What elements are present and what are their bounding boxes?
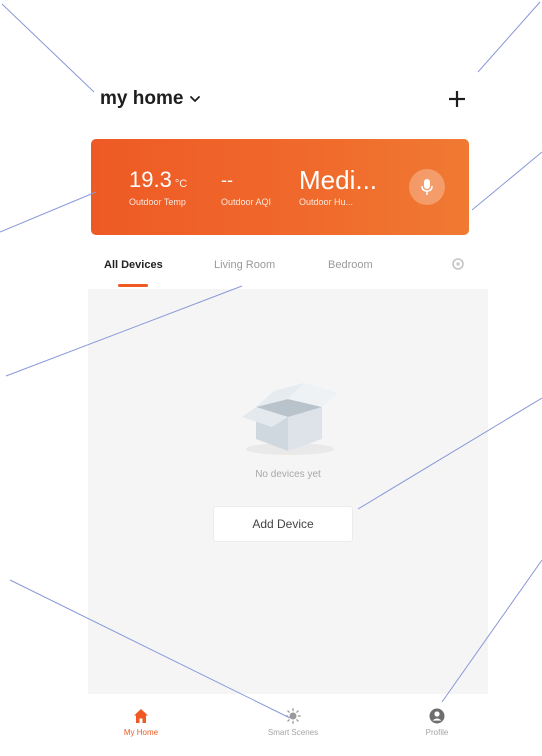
tab-bedroom[interactable]: Bedroom (328, 259, 373, 271)
humidity-value: Medi... (299, 165, 378, 195)
add-button[interactable] (444, 86, 470, 112)
weather-card[interactable]: 19.3 °C Outdoor Temp -- Outdoor AQI Medi… (91, 139, 469, 235)
empty-box-icon (242, 383, 338, 455)
gear-icon[interactable] (451, 257, 465, 271)
callout-line-weather (0, 191, 97, 233)
nav-profile[interactable]: Profile (392, 708, 482, 737)
device-list-area: No devices yet Add Device (88, 289, 488, 694)
active-tab-indicator (118, 284, 148, 287)
nav-my-home[interactable]: My Home (96, 708, 186, 737)
empty-state-text: No devices yet (255, 469, 321, 480)
humidity-metric: Medi... Outdoor Hu... (299, 165, 377, 207)
nav-smart-scenes[interactable]: Smart Scenes (248, 708, 338, 737)
app-screen: my home 19.3 °C Outdoor Temp -- Outdoor … (88, 64, 488, 756)
home-name: my home (100, 88, 184, 109)
aqi-metric: -- Outdoor AQI (221, 165, 271, 207)
chevron-down-icon (189, 95, 201, 103)
nav-smart-scenes-label: Smart Scenes (267, 728, 319, 737)
plus-icon (449, 91, 465, 107)
temperature-unit: °C (174, 178, 188, 190)
voice-button[interactable] (409, 169, 445, 205)
tab-all-devices[interactable]: All Devices (104, 259, 163, 271)
callout-line-add (477, 1, 541, 73)
profile-icon (429, 708, 445, 724)
tab-living-room[interactable]: Living Room (214, 259, 275, 271)
aqi-value: -- (221, 170, 233, 190)
callout-line-home (1, 3, 95, 93)
home-icon (134, 709, 148, 723)
microphone-icon (421, 179, 433, 195)
sun-icon (285, 708, 301, 724)
nav-my-home-label: My Home (123, 728, 159, 737)
room-tabs: All Devices Living Room Bedroom (88, 249, 488, 289)
page: my home 19.3 °C Outdoor Temp -- Outdoor … (0, 0, 542, 756)
aqi-label: Outdoor AQI (221, 197, 272, 207)
bottom-nav: My Home Smart Scenes Profile (88, 694, 488, 756)
home-selector[interactable]: my home (100, 88, 201, 110)
humidity-label: Outdoor Hu... (299, 197, 354, 207)
header: my home (88, 64, 488, 134)
add-device-button[interactable]: Add Device (213, 506, 353, 542)
nav-profile-label: Profile (425, 728, 449, 737)
temperature-metric: 19.3 °C Outdoor Temp (129, 165, 187, 207)
temperature-label: Outdoor Temp (129, 197, 186, 207)
temperature-value: 19.3 (129, 167, 172, 192)
